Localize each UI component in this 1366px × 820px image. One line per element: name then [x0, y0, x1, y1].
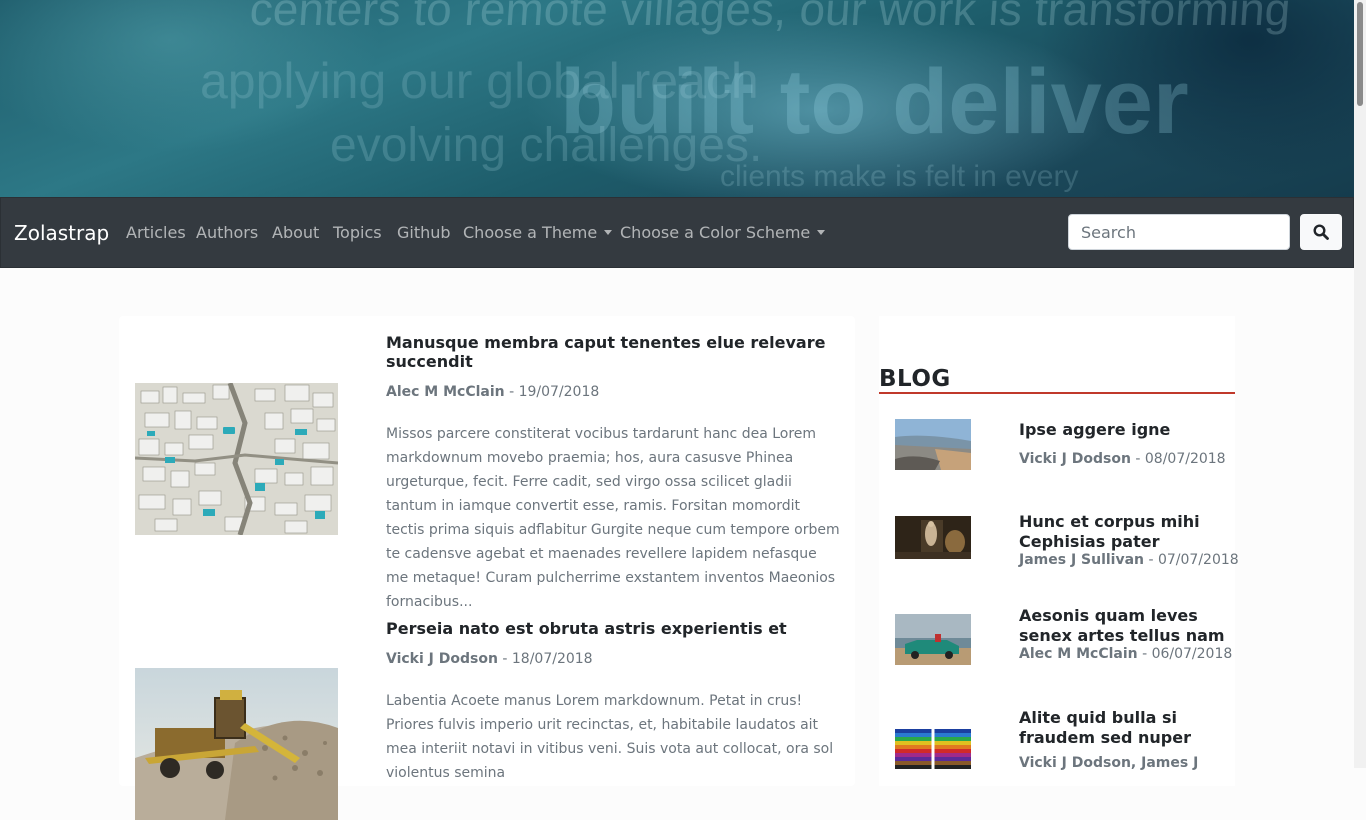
sidebar-post-image[interactable]	[895, 419, 971, 470]
nav-choose-theme-label: Choose a Theme	[463, 223, 598, 242]
banner-text: evolving challenges.	[330, 119, 763, 172]
sidebar-post-image[interactable]	[895, 729, 971, 780]
search-icon	[1313, 224, 1329, 240]
sidebar-post-author-link[interactable]: Alec M McClain	[1019, 646, 1138, 662]
caret-down-icon	[817, 230, 826, 235]
sidebar-post-author-link[interactable]: Vicki J Dodson	[1019, 451, 1131, 467]
hero-banner: centers to remote villages, our work is …	[0, 0, 1354, 197]
scrollbar-thumb[interactable]	[1357, 2, 1363, 106]
brand-link[interactable]: Zolastrap	[14, 221, 109, 245]
article-author-link[interactable]: Vicki J Dodson	[386, 651, 498, 667]
banner-text: centers to remote villages, our work is …	[248, 0, 1293, 35]
nav-color-scheme-label: Choose a Color Scheme	[620, 223, 811, 242]
article-title-link[interactable]: Perseia nato est obruta astris experient…	[386, 619, 841, 638]
sidebar-post-meta: James J Sullivan - 07/07/2018	[1019, 552, 1239, 568]
nav-color-scheme-dropdown[interactable]: Choose a Color Scheme	[620, 223, 826, 242]
article-meta: Alec M McClain - 19/07/2018	[386, 382, 841, 402]
nav-about[interactable]: About	[272, 223, 319, 242]
article-image[interactable]	[135, 383, 338, 535]
sidebar-post-image[interactable]	[895, 614, 971, 665]
sidebar-post-image[interactable]	[895, 516, 971, 559]
article-author-link[interactable]: Alec M McClain	[386, 384, 505, 400]
sidebar-post-title-link[interactable]: Ipse aggere igne	[1019, 420, 1229, 440]
sidebar-post-meta: Vicki J Dodson - 08/07/2018	[1019, 451, 1239, 467]
caret-down-icon	[604, 230, 613, 235]
article-excerpt: Labentia Acoete manus Lorem markdownum. …	[386, 693, 834, 781]
nav-choose-theme-dropdown[interactable]: Choose a Theme	[463, 223, 613, 242]
sidebar-post-author-link[interactable]: James J Sullivan	[1019, 552, 1144, 568]
banner-text: clients make is felt in every	[720, 160, 1079, 193]
sidebar-post-date: - 06/07/2018	[1137, 646, 1233, 662]
search-input[interactable]	[1068, 214, 1290, 250]
top-navbar: Zolastrap Articles Authors About Topics …	[0, 197, 1354, 268]
article-date: - 19/07/2018	[504, 384, 600, 400]
article-body: Manusque membra caput tenentes elue rele…	[386, 333, 841, 628]
sidebar-post-author-link[interactable]: Vicki J Dodson, James J	[1019, 755, 1198, 771]
article-meta: Vicki J Dodson - 18/07/2018	[386, 649, 841, 669]
article-excerpt: Missos parcere constiterat vocibus tarda…	[386, 426, 840, 610]
article-image[interactable]	[135, 668, 338, 820]
sidebar-post-title-link[interactable]: Alite quid bulla si fraudem sed nuper	[1019, 708, 1229, 747]
sidebar-post-title-link[interactable]: Aesonis quam leves senex artes tellus na…	[1019, 606, 1229, 645]
sidebar-post-date: - 07/07/2018	[1144, 552, 1239, 568]
nav-authors[interactable]: Authors	[196, 223, 258, 242]
nav-topics[interactable]: Topics	[333, 223, 382, 242]
articles-list: Manusque membra caput tenentes elue rele…	[119, 316, 855, 820]
search-button[interactable]	[1300, 214, 1342, 250]
nav-articles[interactable]: Articles	[126, 223, 186, 242]
nav-github[interactable]: Github	[397, 223, 451, 242]
sidebar-post-meta: Alec M McClain - 06/07/2018	[1019, 646, 1239, 662]
article-date: - 18/07/2018	[497, 651, 593, 667]
article-title-link[interactable]: Manusque membra caput tenentes elue rele…	[386, 333, 841, 371]
sidebar-post-date: - 08/07/2018	[1130, 451, 1226, 467]
blog-heading: BLOG	[879, 366, 1235, 394]
page-scrollbar[interactable]	[1354, 0, 1366, 768]
sidebar-post-meta: Vicki J Dodson, James J	[1019, 755, 1239, 771]
sidebar-post-title-link[interactable]: Hunc et corpus mihi Cephisias pater	[1019, 512, 1229, 551]
article-body: Perseia nato est obruta astris experient…	[386, 619, 841, 799]
blog-sidebar: BLOG Ipse aggere igne Vicki J Dodson - 0…	[879, 316, 1239, 786]
